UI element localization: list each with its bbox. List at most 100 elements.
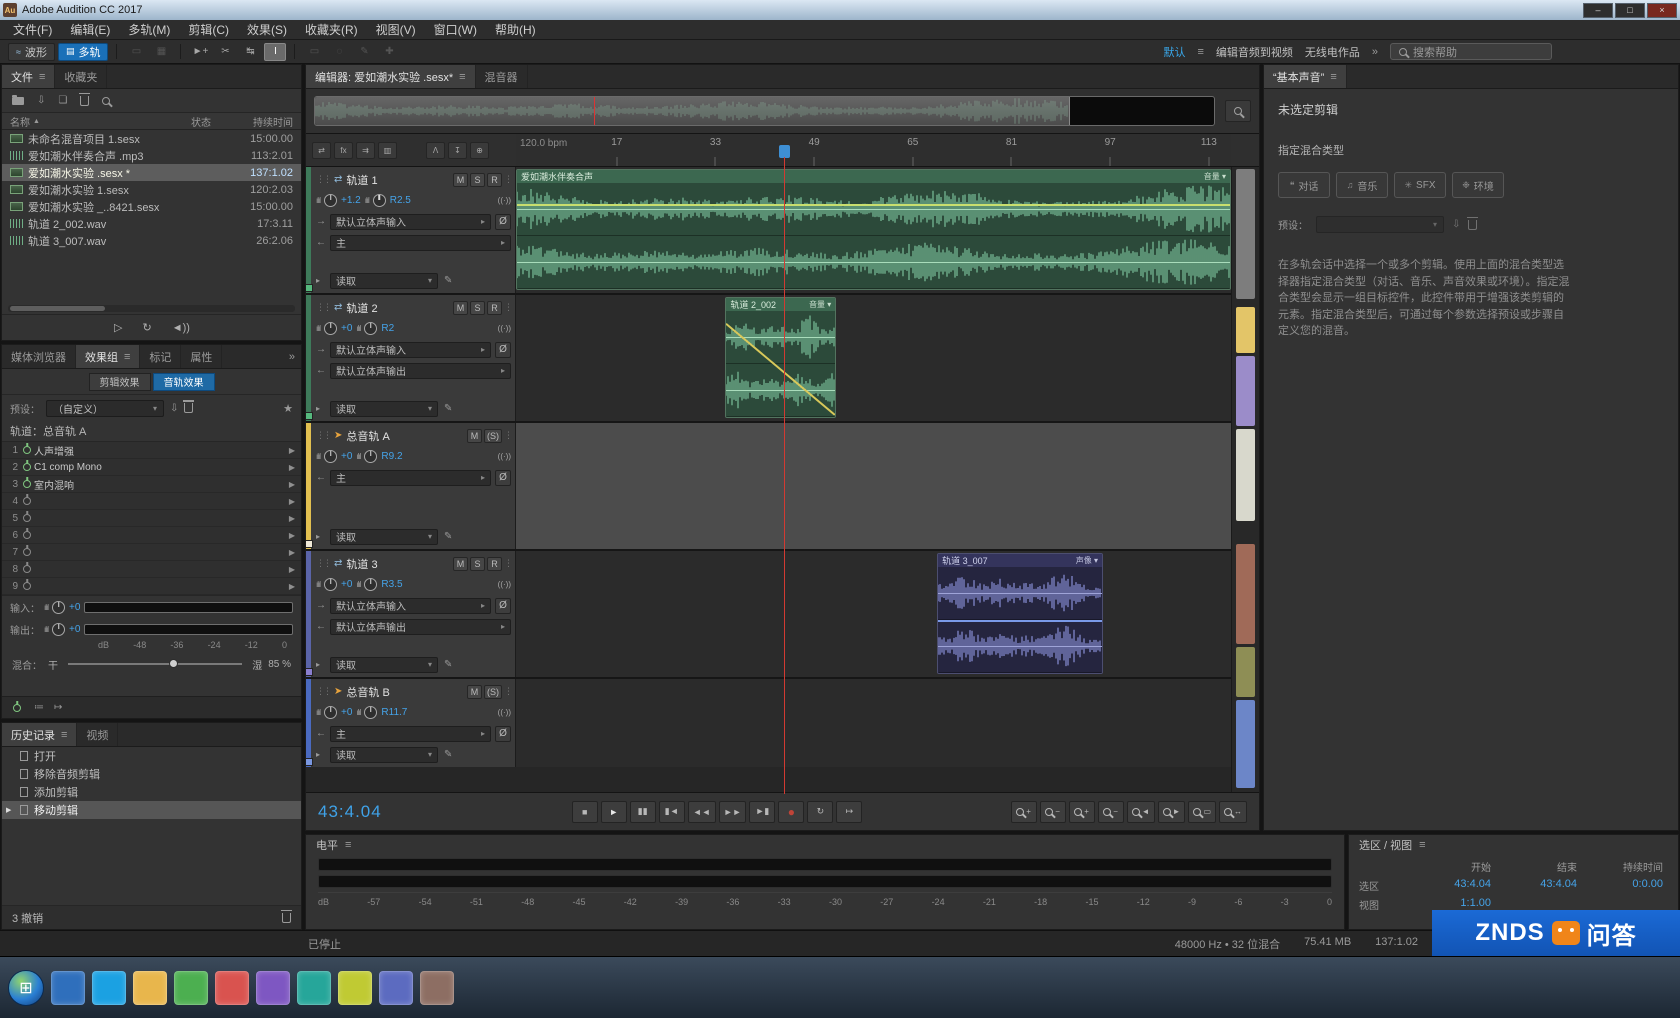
- chevron-right-icon[interactable]: ▶: [283, 548, 301, 557]
- chevron-right-icon[interactable]: ▶: [283, 446, 301, 455]
- input-gain-knob[interactable]: [52, 601, 65, 614]
- metronome-icon[interactable]: Λ: [426, 142, 445, 159]
- pan-knob[interactable]: [364, 450, 377, 463]
- loop-playback-button[interactable]: ↻: [807, 801, 833, 823]
- track-name[interactable]: 轨道 2: [346, 300, 377, 316]
- clip-envelope-selector[interactable]: 音量 ▾: [1204, 171, 1226, 182]
- track-name[interactable]: 总音轨 A: [346, 428, 389, 444]
- power-icon[interactable]: [23, 565, 31, 573]
- power-icon[interactable]: [23, 463, 31, 471]
- phase-button[interactable]: Ø: [495, 726, 511, 742]
- track-effects-button[interactable]: 音轨效果: [153, 373, 215, 391]
- power-icon[interactable]: [23, 531, 31, 539]
- waveform-view-button[interactable]: ≈ 波形: [8, 43, 55, 61]
- output-select[interactable]: 主▸: [330, 726, 491, 742]
- chevron-right-icon[interactable]: ▶: [283, 514, 301, 523]
- panel-menu-icon[interactable]: ≡: [61, 729, 67, 741]
- audio-clip[interactable]: 轨道 3_007声像 ▾: [937, 553, 1103, 674]
- time-display[interactable]: 43:4.04: [318, 802, 382, 822]
- tab-markers[interactable]: 标记: [140, 345, 181, 368]
- effect-slot[interactable]: 3室内混响▶: [2, 476, 301, 493]
- output-select[interactable]: 主▸: [330, 470, 491, 486]
- workspace-edit-audio-to-video[interactable]: 编辑音频到视频: [1216, 44, 1293, 60]
- file-row[interactable]: 轨道 2_002.wav17:3.11: [2, 215, 301, 232]
- pan-knob[interactable]: [364, 578, 377, 591]
- play-button[interactable]: ►: [601, 801, 627, 823]
- workspace-radio-production[interactable]: 无线电作品: [1305, 44, 1360, 60]
- menu-help[interactable]: 帮助(H): [486, 20, 545, 39]
- effect-slot[interactable]: 4▶: [2, 493, 301, 510]
- write-automation-icon[interactable]: ✎: [444, 749, 452, 760]
- history-item[interactable]: 移除音频剪辑: [2, 765, 301, 783]
- expand-icon[interactable]: ▸: [316, 532, 326, 541]
- zoom-to-selection-button[interactable]: ▭: [1188, 801, 1216, 823]
- effect-slot[interactable]: 8▶: [2, 561, 301, 578]
- track-color-segment[interactable]: [1236, 429, 1255, 521]
- io-toggle-icon[interactable]: ⇄: [312, 142, 331, 159]
- volume-knob[interactable]: [324, 450, 337, 463]
- vertical-scrollbar[interactable]: [1231, 167, 1259, 792]
- rack-apply-icon[interactable]: ↦: [54, 702, 62, 713]
- rack-list-icon[interactable]: ≔: [34, 702, 44, 713]
- track-s-button[interactable]: S: [470, 301, 485, 315]
- phase-button[interactable]: Ø: [495, 342, 511, 358]
- time-value[interactable]: 43:4.04: [1405, 878, 1491, 893]
- taskbar-app-10[interactable]: [420, 971, 454, 1005]
- start-button[interactable]: ⊞: [8, 970, 44, 1006]
- menu-multitrack[interactable]: 多轨(M): [119, 20, 179, 39]
- track-s-button[interactable]: S: [470, 557, 485, 571]
- track-color-segment[interactable]: [1236, 700, 1255, 788]
- effect-slot[interactable]: 1人声增强▶: [2, 442, 301, 459]
- pan-knob[interactable]: [364, 706, 377, 719]
- history-item[interactable]: ▶移动剪辑: [2, 801, 301, 819]
- open-file-icon[interactable]: [12, 97, 24, 105]
- pause-button[interactable]: ▮▮: [630, 801, 656, 823]
- power-icon[interactable]: [23, 582, 31, 590]
- monitor-input-icon[interactable]: ((·)): [498, 196, 511, 205]
- expand-icon[interactable]: ▸: [316, 660, 326, 669]
- menu-window[interactable]: 窗口(W): [425, 20, 486, 39]
- history-item[interactable]: 打开: [2, 747, 301, 765]
- publish-icon[interactable]: ⊕: [470, 142, 489, 159]
- timeline-ruler[interactable]: 120.0 bpm 173349658197113: [516, 134, 1231, 166]
- minimize-button[interactable]: –: [1583, 3, 1613, 18]
- track-s-button[interactable]: (S): [484, 685, 502, 699]
- import-file-icon[interactable]: ⇩: [37, 95, 45, 106]
- zoom-full-button[interactable]: ↔: [1219, 801, 1247, 823]
- auto-play-speaker-button[interactable]: ◄)): [172, 322, 190, 334]
- chevron-right-icon[interactable]: ▶: [283, 497, 301, 506]
- track-color-segment[interactable]: [1236, 169, 1255, 299]
- trash-icon[interactable]: [80, 96, 89, 106]
- output-gain-knob[interactable]: [52, 623, 65, 636]
- zoom-in-amplitude-button[interactable]: +: [1069, 801, 1095, 823]
- mix-type-music-button[interactable]: ♫音乐: [1336, 172, 1388, 198]
- menu-view[interactable]: 视图(V): [367, 20, 425, 39]
- fast-forward-button[interactable]: ►►: [719, 801, 747, 823]
- sends-toggle-icon[interactable]: ⇉: [356, 142, 375, 159]
- skip-to-start-button[interactable]: ▮◄: [659, 801, 685, 823]
- fx-toggle-icon[interactable]: fx: [334, 142, 353, 159]
- record-button[interactable]: ●: [778, 801, 804, 823]
- panel-menu-icon[interactable]: ≡: [1330, 71, 1336, 83]
- tabs-overflow-icon[interactable]: »: [283, 345, 301, 368]
- track-color-segment[interactable]: [1236, 356, 1255, 426]
- automation-mode-select[interactable]: 读取▾: [330, 657, 438, 673]
- expand-icon[interactable]: ▸: [316, 276, 326, 285]
- favorite-icon[interactable]: ★: [283, 402, 293, 415]
- power-icon[interactable]: [23, 480, 31, 488]
- chevron-right-icon[interactable]: ▶: [283, 582, 301, 591]
- track-color-segment[interactable]: [1236, 647, 1255, 697]
- menu-clip[interactable]: 剪辑(C): [179, 20, 238, 39]
- files-horizontal-scrollbar[interactable]: [8, 305, 295, 312]
- panel-menu-icon[interactable]: ≡: [39, 71, 45, 83]
- eq-toggle-icon[interactable]: ▥: [378, 142, 397, 159]
- workspace-overflow-icon[interactable]: »: [1372, 46, 1378, 58]
- file-row[interactable]: 未命名混音项目 1.sesx15:00.00: [2, 130, 301, 147]
- chevron-right-icon[interactable]: ▶: [283, 463, 301, 472]
- search-files-icon[interactable]: [102, 97, 110, 105]
- new-item-icon[interactable]: ❏: [58, 95, 67, 106]
- track-name[interactable]: 总音轨 B: [346, 684, 389, 700]
- chevron-right-icon[interactable]: ▶: [283, 480, 301, 489]
- tab-essential-sound[interactable]: “基本声音” ≡: [1264, 65, 1347, 88]
- taskbar-app-9[interactable]: [379, 971, 413, 1005]
